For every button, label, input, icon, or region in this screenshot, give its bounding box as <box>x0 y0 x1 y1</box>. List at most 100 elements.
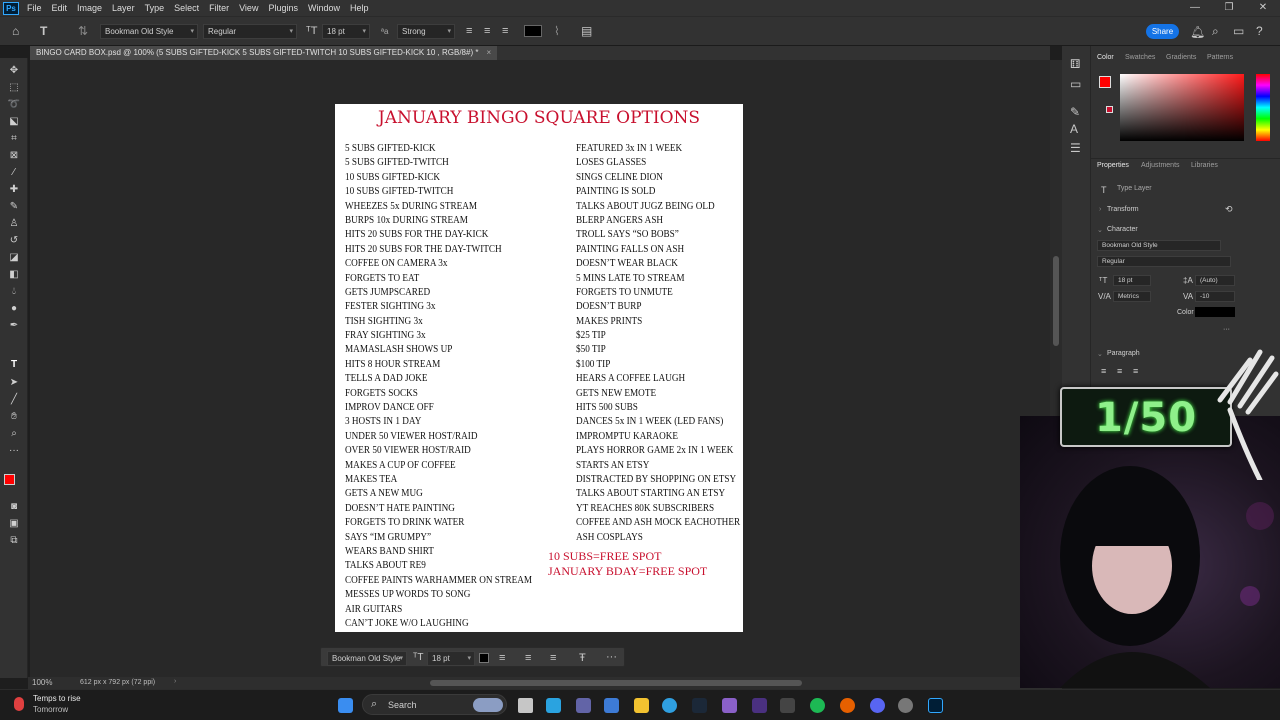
document-canvas[interactable]: JANUARY BINGO SQUARE OPTIONS 5 SUBS GIFT… <box>335 104 743 632</box>
panel-foreground-swatch[interactable] <box>1099 76 1111 88</box>
panel-more-icon[interactable]: ··· <box>1223 326 1230 333</box>
para-align-left-icon[interactable]: ≡ <box>1101 366 1106 376</box>
taskbar-search-box[interactable]: ⌕ Search <box>362 694 507 715</box>
color-picker-field[interactable] <box>1120 74 1244 141</box>
search-icon[interactable]: ⌕ <box>1212 25 1219 37</box>
home-icon[interactable]: ⌂ <box>12 25 19 37</box>
align-center-icon[interactable]: ≡ <box>484 25 490 37</box>
object-select-tool-icon[interactable]: ⬕ <box>6 115 22 129</box>
tab-adjustments[interactable]: Adjustments <box>1141 162 1180 169</box>
menu-select[interactable]: Select <box>169 3 204 13</box>
antialias-select[interactable]: Strong ▾ <box>397 24 455 39</box>
obs-app-icon[interactable] <box>722 698 737 713</box>
hue-slider[interactable] <box>1256 74 1270 141</box>
task-view-icon[interactable] <box>518 698 533 713</box>
tab-color[interactable]: Color <box>1097 54 1114 61</box>
history-brush-tool-icon[interactable]: ↺ <box>6 234 22 248</box>
hand-tool-icon[interactable]: ✋︎ <box>6 410 22 424</box>
character-panel-icon[interactable]: A <box>1070 123 1078 135</box>
zoom-level[interactable]: 100% <box>32 678 52 687</box>
tab-libraries[interactable]: Libraries <box>1191 162 1218 169</box>
ctx-font-size-select[interactable]: 18 pt ▾ <box>427 651 475 666</box>
workspace-icon[interactable]: ▭ <box>1233 25 1244 37</box>
dodge-tool-icon[interactable]: ● <box>6 302 22 316</box>
healing-tool-icon[interactable]: ✚ <box>6 183 22 197</box>
ctx-align-center-icon[interactable]: ≡ <box>525 652 531 664</box>
menu-help[interactable]: Help <box>345 3 374 13</box>
document-tab[interactable]: BINGO CARD BOX.psd @ 100% (5 SUBS GIFTED… <box>30 46 498 60</box>
menu-filter[interactable]: Filter <box>204 3 234 13</box>
type-tool-icon[interactable]: T <box>40 25 47 37</box>
tab-patterns[interactable]: Patterns <box>1207 54 1233 61</box>
move-tool-icon[interactable]: ✥ <box>6 64 22 78</box>
panel-font-style-select[interactable]: Regular <box>1097 256 1231 267</box>
font-style-select[interactable]: Regular ▾ <box>203 24 297 39</box>
app-icon-2[interactable] <box>780 698 795 713</box>
more-tools-icon[interactable]: ··· <box>6 444 22 458</box>
tab-swatches[interactable]: Swatches <box>1125 54 1155 61</box>
brush-tool-icon[interactable]: ✎ <box>6 200 22 214</box>
blur-tool-icon[interactable]: 💧︎ <box>6 285 22 299</box>
history-panel-icon[interactable]: ⚅ <box>1070 58 1080 70</box>
weather-subtitle[interactable]: Tomorrow <box>33 705 68 714</box>
quick-mask-icon[interactable]: ◙ <box>6 500 22 514</box>
panel-font-size-select[interactable]: 18 pt <box>1113 275 1151 286</box>
ctx-align-left-icon[interactable]: ≡ <box>499 652 505 664</box>
paragraph-chevron-icon[interactable]: ⌄ <box>1097 350 1103 358</box>
panel-leading-select[interactable]: (Auto) <box>1195 275 1235 286</box>
app-icon-3[interactable] <box>898 698 913 713</box>
discord-icon[interactable] <box>870 698 885 713</box>
font-size-select[interactable]: 18 pt ▾ <box>322 24 370 39</box>
comments-panel-icon[interactable]: ▭ <box>1070 78 1081 90</box>
character-section[interactable]: Character <box>1107 226 1138 233</box>
tab-properties[interactable]: Properties <box>1097 162 1129 169</box>
font-family-select[interactable]: Bookman Old Style ▾ <box>100 24 198 39</box>
path-select-tool-icon[interactable]: ➤ <box>6 376 22 390</box>
edge-icon[interactable] <box>662 698 677 713</box>
marquee-tool-icon[interactable]: ⬚ <box>6 81 22 95</box>
eyedropper-tool-icon[interactable]: ⁄ <box>6 166 22 180</box>
help-icon[interactable]: ? <box>1256 25 1263 37</box>
restore-icon[interactable]: ❐ <box>1212 0 1246 16</box>
menu-file[interactable]: File <box>22 3 47 13</box>
file-explorer-icon[interactable] <box>634 698 649 713</box>
weather-icon[interactable] <box>14 697 24 711</box>
weather-title[interactable]: Temps to rise <box>33 694 81 703</box>
text-color-swatch[interactable] <box>524 25 542 37</box>
horizontal-scrollbar[interactable] <box>430 680 802 686</box>
para-align-right-icon[interactable]: ≡ <box>1133 366 1138 376</box>
photoshop-taskbar-icon[interactable] <box>928 698 943 713</box>
ctx-font-family-select[interactable]: Bookman Old Style ▾ <box>327 651 407 666</box>
panel-text-color-swatch[interactable] <box>1195 307 1235 317</box>
ctx-align-right-icon[interactable]: ≡ <box>550 652 556 664</box>
transform-section[interactable]: Transform <box>1107 206 1139 213</box>
stamp-tool-icon[interactable]: ♙ <box>6 217 22 231</box>
frame-tool-icon[interactable]: ⊠ <box>6 149 22 163</box>
character-panel-icon[interactable]: ▤ <box>581 25 592 37</box>
toggle-orientation-icon[interactable]: ⇅ <box>78 25 88 37</box>
menu-image[interactable]: Image <box>72 3 107 13</box>
share-button[interactable]: Share <box>1146 24 1179 39</box>
gradient-tool-icon[interactable]: ◧ <box>6 268 22 282</box>
notifications-icon[interactable]: 🔔︎ <box>1190 26 1205 38</box>
frame-mode-icon[interactable]: ⧉ <box>6 534 22 548</box>
firefox-icon[interactable] <box>840 698 855 713</box>
ctx-more-icon[interactable]: ··· <box>606 651 617 663</box>
foreground-color-swatch[interactable] <box>4 474 15 485</box>
align-left-icon[interactable]: ≡ <box>466 25 472 37</box>
store-icon[interactable] <box>604 698 619 713</box>
line-tool-icon[interactable]: ╱ <box>6 393 22 407</box>
status-expand-icon[interactable]: › <box>174 678 176 685</box>
type-tool-icon[interactable]: T <box>6 358 22 372</box>
menu-type[interactable]: Type <box>140 3 170 13</box>
panel-tracking-select[interactable]: -10 <box>1195 291 1235 302</box>
crop-tool-icon[interactable]: ⌗ <box>6 132 22 146</box>
menu-plugins[interactable]: Plugins <box>263 3 303 13</box>
teams-icon[interactable] <box>576 698 591 713</box>
close-icon[interactable]: ✕ <box>1246 0 1280 16</box>
ctx-color-swatch[interactable] <box>479 653 489 663</box>
menu-edit[interactable]: Edit <box>47 3 73 13</box>
web-color-warning-icon[interactable] <box>1106 106 1113 113</box>
menu-window[interactable]: Window <box>303 3 345 13</box>
start-menu-icon[interactable] <box>338 698 353 713</box>
